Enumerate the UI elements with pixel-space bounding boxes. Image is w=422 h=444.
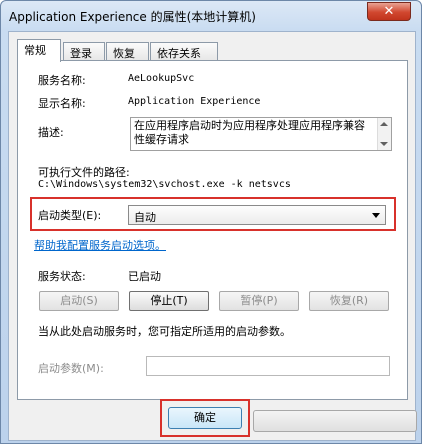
exe-path-value: C:\Windows\system32\svchost.exe -k netsv…: [38, 179, 291, 190]
tab-logon[interactable]: 登录: [63, 42, 105, 61]
chevron-down-icon: [372, 213, 380, 218]
description-scrollbar[interactable]: [377, 118, 391, 150]
divider: [30, 257, 392, 258]
start-button[interactable]: 启动(S): [39, 291, 119, 311]
display-name-value: Application Experience: [128, 96, 261, 107]
description-label: 描述:: [38, 126, 64, 139]
general-tab-panel: 服务名称: AeLookupSvc 显示名称: Application Expe…: [17, 60, 408, 400]
window-title: Application Experience 的属性(本地计算机): [9, 10, 256, 24]
ok-button[interactable]: 确定: [168, 407, 242, 429]
start-params-hint: 当从此处启动服务时，您可指定所适用的启动参数。: [38, 325, 291, 338]
pause-button[interactable]: 暂停(P): [219, 291, 299, 311]
service-name-label: 服务名称:: [38, 74, 86, 87]
footer-button-cropped[interactable]: [253, 410, 417, 432]
close-button[interactable]: ✕: [367, 2, 411, 21]
exe-path-label: 可执行文件的路径:: [38, 166, 130, 179]
title-bar[interactable]: Application Experience 的属性(本地计算机) ✕: [1, 1, 421, 31]
service-status-value: 已启动: [128, 270, 161, 283]
service-name-value: AeLookupSvc: [128, 73, 195, 84]
tab-dependencies[interactable]: 依存关系: [150, 42, 218, 61]
service-status-label: 服务状态:: [38, 270, 86, 283]
startup-type-label: 启动类型(E):: [38, 209, 102, 222]
start-params-label: 启动参数(M):: [38, 362, 104, 375]
help-configure-startup-link[interactable]: 帮助我配置服务启动选项。: [34, 237, 166, 253]
dialog-client-area: 常规 登录 恢复 依存关系 服务名称: AeLookupSvc 显示名称: Ap…: [8, 31, 417, 441]
scroll-up-icon[interactable]: [380, 122, 388, 126]
description-box[interactable]: 在应用程序启动时为应用程序处理应用程序兼容性缓存请求: [130, 117, 392, 151]
properties-dialog: Application Experience 的属性(本地计算机) ✕ 常规 登…: [0, 0, 422, 444]
description-value: 在应用程序启动时为应用程序处理应用程序兼容性缓存请求: [134, 119, 365, 146]
startup-type-select[interactable]: 自动: [128, 205, 386, 225]
scroll-down-icon[interactable]: [380, 142, 388, 146]
tab-general[interactable]: 常规: [17, 39, 61, 62]
resume-button[interactable]: 恢复(R): [309, 291, 389, 311]
stop-button[interactable]: 停止(T): [129, 291, 209, 311]
startup-type-value: 自动: [134, 211, 156, 224]
start-params-input[interactable]: [146, 356, 390, 376]
display-name-label: 显示名称:: [38, 97, 86, 110]
close-icon: ✕: [383, 4, 395, 19]
tab-recovery[interactable]: 恢复: [106, 42, 149, 61]
